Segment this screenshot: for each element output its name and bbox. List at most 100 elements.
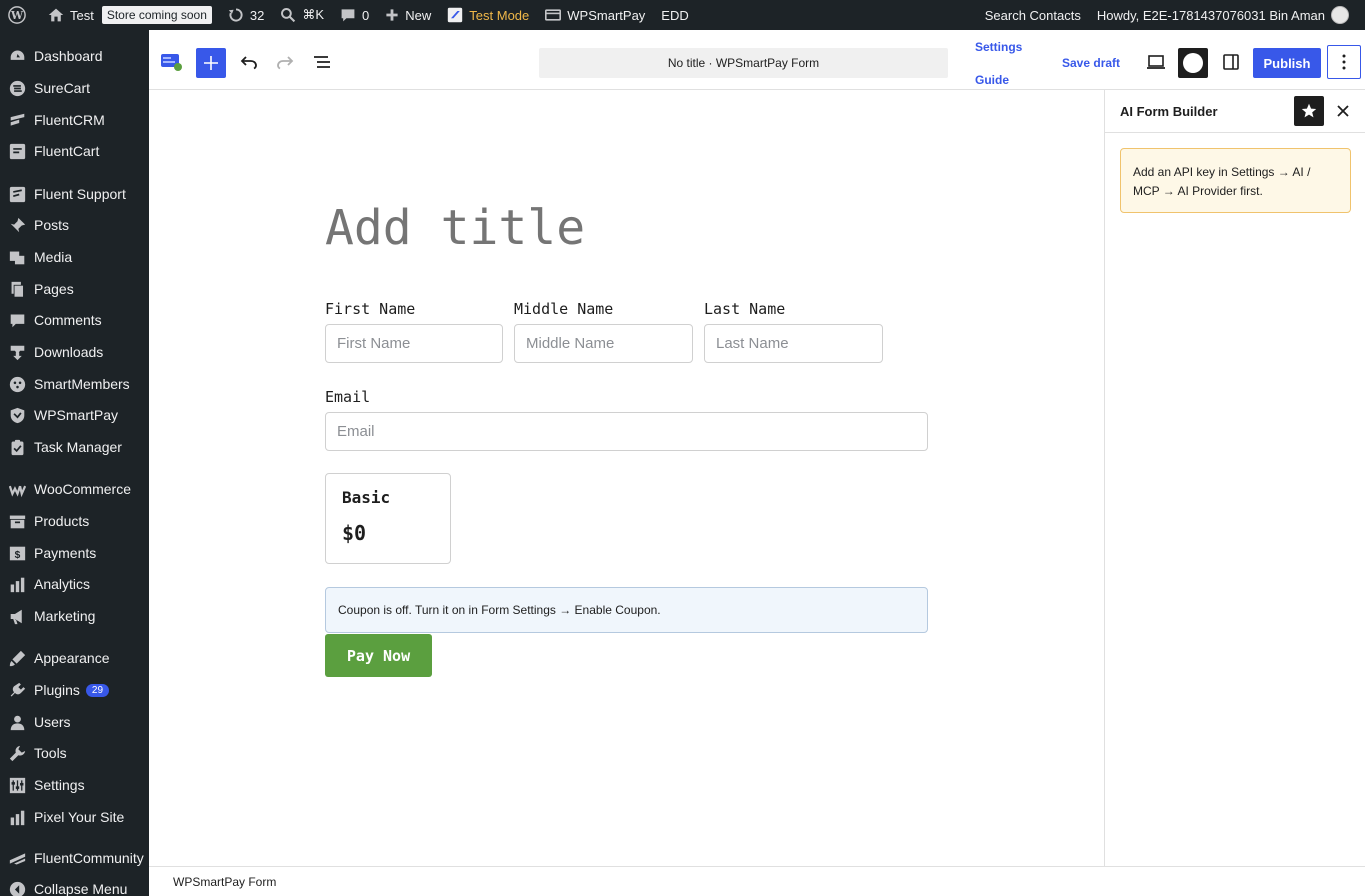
sidebar-item-comments[interactable]: Comments bbox=[0, 305, 149, 335]
document-title: No title · WPSmartPay Form bbox=[667, 56, 820, 70]
test-mode-icon bbox=[448, 7, 463, 23]
edd-label: EDD bbox=[661, 7, 689, 23]
first-name-field[interactable]: First Name bbox=[325, 324, 503, 363]
settings-panel-toggle[interactable] bbox=[1219, 50, 1243, 74]
smartmembers-icon bbox=[8, 375, 26, 393]
site-name: Test bbox=[70, 7, 94, 23]
settings-link[interactable]: Settings bbox=[975, 40, 1022, 54]
sidebar-item-analytics[interactable]: Analytics bbox=[0, 569, 149, 599]
sidebar-item-pixel-your-site[interactable]: Pixel Your Site bbox=[0, 802, 149, 832]
email-field[interactable]: Email bbox=[325, 412, 928, 451]
first-name-label: First Name bbox=[325, 300, 416, 318]
analytics-icon bbox=[8, 575, 26, 593]
fluent-support-icon bbox=[8, 185, 26, 203]
new-content-link[interactable]: New bbox=[377, 0, 439, 30]
sidebar-item-label: Pixel Your Site bbox=[34, 809, 125, 825]
options-menu-button[interactable] bbox=[1327, 45, 1361, 79]
sidebar-item-label: Plugins bbox=[34, 682, 80, 698]
task-manager-icon bbox=[8, 438, 26, 456]
sidebar-item-fluentcrm[interactable]: FluentCRM bbox=[0, 105, 149, 135]
sidebar-item-task-manager[interactable]: Task Manager bbox=[0, 432, 149, 462]
svg-text:W: W bbox=[10, 9, 24, 22]
command-search-button[interactable]: ⌘K bbox=[272, 0, 332, 30]
sidebar-item-pages[interactable]: Pages bbox=[0, 274, 149, 304]
sidebar-item-plugins[interactable]: Plugins 29 bbox=[0, 675, 149, 705]
sidebar-item-posts[interactable]: Posts bbox=[0, 210, 149, 240]
sidebar-item-wpsmartpay[interactable]: WPSmartPay bbox=[0, 400, 149, 430]
plan-name: Basic bbox=[342, 488, 391, 507]
guide-link[interactable]: Guide bbox=[975, 73, 1009, 87]
wordpress-icon: W bbox=[8, 6, 26, 24]
undo-icon bbox=[240, 56, 257, 70]
wordpress-logo-button[interactable]: W bbox=[0, 0, 40, 30]
sidebar-item-woocommerce[interactable]: WooCommerce bbox=[0, 474, 149, 504]
test-mode-link[interactable]: Test Mode bbox=[439, 0, 537, 30]
preview-device-button[interactable] bbox=[1144, 50, 1168, 74]
site-logo-button[interactable] bbox=[159, 50, 183, 74]
sidebar-item-marketing[interactable]: Marketing bbox=[0, 601, 149, 631]
sidebar-item-label: Posts bbox=[34, 217, 70, 233]
sidebar-item-label: Settings bbox=[34, 777, 85, 793]
sidebar-item-products[interactable]: Products bbox=[0, 506, 149, 536]
block-inserter-button[interactable] bbox=[196, 48, 226, 78]
document-title-bar[interactable]: No title · WPSmartPay Form bbox=[539, 48, 948, 78]
sidebar-item-label: Comments bbox=[34, 312, 102, 328]
wpsmartpay-link[interactable]: WPSmartPay bbox=[537, 0, 653, 30]
updates-link[interactable]: 32 bbox=[220, 0, 272, 30]
sidebar-item-fluentcart[interactable]: FluentCart bbox=[0, 136, 149, 166]
comments-count: 0 bbox=[362, 7, 370, 23]
plus-icon bbox=[204, 56, 218, 70]
plan-price: $0 bbox=[342, 521, 367, 545]
collapse-icon bbox=[8, 880, 26, 896]
close-panel-button[interactable] bbox=[1331, 99, 1355, 123]
sidebar-item-dashboard[interactable]: Dashboard bbox=[0, 41, 149, 71]
document-overview-button[interactable] bbox=[310, 50, 334, 74]
sidebar-item-settings[interactable]: Settings bbox=[0, 770, 149, 800]
sidebar-item-downloads[interactable]: Downloads bbox=[0, 337, 149, 367]
styles-toggle-button[interactable] bbox=[1178, 48, 1208, 78]
edd-link[interactable]: EDD bbox=[653, 0, 696, 30]
breadcrumb[interactable]: WPSmartPay Form bbox=[173, 875, 276, 889]
pricing-plan-card[interactable]: Basic $0 bbox=[325, 473, 451, 564]
admin-bar: W Test Store coming soon 32 ⌘K 0 New Tes… bbox=[0, 0, 1365, 30]
circle-half-icon bbox=[1183, 53, 1203, 73]
surecart-icon bbox=[8, 79, 26, 97]
sidebar-item-tools[interactable]: Tools bbox=[0, 738, 149, 768]
coupon-notice: Coupon is off. Turn it on in Form Settin… bbox=[325, 587, 928, 633]
post-title-input[interactable]: Add title bbox=[325, 200, 585, 256]
save-draft-button[interactable]: Save draft bbox=[1062, 56, 1120, 70]
sidebar-item-label: Analytics bbox=[34, 576, 91, 592]
sidebar-item-users[interactable]: Users bbox=[0, 707, 149, 737]
list-view-icon bbox=[314, 56, 330, 68]
publish-button[interactable]: Publish bbox=[1253, 48, 1321, 78]
sidebar-item-payments[interactable]: $ Payments bbox=[0, 538, 149, 568]
sidebar-item-surecart[interactable]: SureCart bbox=[0, 73, 149, 103]
site-name-link[interactable]: Test Store coming soon bbox=[40, 0, 220, 30]
undo-button[interactable] bbox=[237, 50, 261, 74]
sidebar-item-label: Downloads bbox=[34, 344, 104, 360]
redo-button[interactable] bbox=[273, 50, 297, 74]
favorite-button[interactable] bbox=[1294, 96, 1324, 126]
dashboard-icon bbox=[8, 47, 26, 65]
refresh-icon bbox=[228, 8, 243, 22]
search-contacts-link[interactable]: Search Contacts bbox=[977, 0, 1089, 30]
sidebar-item-label: Media bbox=[34, 249, 73, 265]
store-status-badge[interactable]: Store coming soon bbox=[101, 6, 212, 24]
megaphone-icon bbox=[8, 607, 26, 625]
collapse-menu-button[interactable]: Collapse Menu bbox=[0, 874, 149, 896]
my-account-link[interactable]: Howdy, E2E-1781437076031 Bin Aman bbox=[1089, 0, 1365, 30]
sidebar-item-fluent-support[interactable]: Fluent Support bbox=[0, 179, 149, 209]
last-name-field[interactable]: Last Name bbox=[704, 324, 883, 363]
sidebar-item-fluentcommunity[interactable]: FluentCommunity bbox=[0, 843, 149, 873]
sidebar-item-smartmembers[interactable]: SmartMembers bbox=[0, 369, 149, 399]
middle-name-field[interactable]: Middle Name bbox=[514, 324, 693, 363]
comments-link[interactable]: 0 bbox=[332, 0, 377, 30]
api-key-notice-text: Add an API key in Settings → AI / MCP → … bbox=[1133, 165, 1311, 198]
sidebar-item-label: SureCart bbox=[34, 80, 91, 96]
laptop-icon bbox=[1147, 55, 1165, 69]
payments-icon: $ bbox=[8, 544, 26, 562]
media-icon bbox=[8, 248, 26, 266]
sidebar-item-media[interactable]: Media bbox=[0, 242, 149, 272]
sidebar-item-appearance[interactable]: Appearance bbox=[0, 643, 149, 673]
pay-now-button[interactable]: Pay Now bbox=[325, 634, 432, 677]
